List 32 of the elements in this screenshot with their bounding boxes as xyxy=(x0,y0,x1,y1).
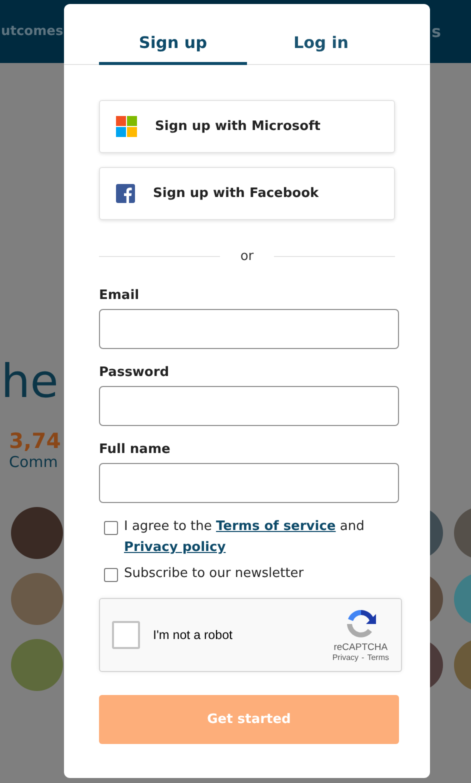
page-heading: he xyxy=(1,353,58,410)
divider-label: or xyxy=(240,249,254,264)
field-label: Email xyxy=(99,288,140,303)
input-field[interactable] xyxy=(99,463,399,503)
privacy-link[interactable]: Privacy policy xyxy=(124,540,226,555)
captcha-brand: reCAPTCHA xyxy=(334,642,388,653)
terms-link[interactable]: Terms xyxy=(367,653,389,662)
social-signup-button[interactable]: Sign up with Facebook xyxy=(99,167,395,220)
stat-value: 3,74 xyxy=(9,429,61,453)
stat-label: Comm xyxy=(9,453,58,471)
privacy-link[interactable]: Privacy xyxy=(332,653,359,662)
terms-text: I agree to the Terms of service and Privacy policy xyxy=(124,518,366,557)
avatar-photo-placeholder xyxy=(11,573,63,625)
input-field[interactable] xyxy=(99,309,399,349)
checkbox-label: Subscribe to our newsletter xyxy=(124,565,304,583)
captcha-checkbox[interactable] xyxy=(112,621,140,649)
tab[interactable]: Sign up xyxy=(99,4,247,65)
recaptcha-logo-icon xyxy=(344,608,377,640)
input-field[interactable] xyxy=(99,386,399,426)
avatar-photo-placeholder xyxy=(11,639,63,691)
field-label: Password xyxy=(99,365,170,380)
captcha-label: I'm not a robot xyxy=(153,628,233,642)
checkbox[interactable] xyxy=(104,521,118,535)
microsoft-logo-icon xyxy=(116,116,137,137)
terms-link[interactable]: Terms of service xyxy=(216,519,336,534)
separator: - xyxy=(362,653,364,662)
checkbox[interactable] xyxy=(104,568,118,582)
tab[interactable]: Log in xyxy=(247,4,395,65)
facebook-logo-icon xyxy=(116,184,135,203)
avatar-photo-placeholder xyxy=(11,507,63,559)
social-signup-button[interactable]: Sign up with Microsoft xyxy=(99,100,395,153)
field-label: Full name xyxy=(99,442,170,457)
